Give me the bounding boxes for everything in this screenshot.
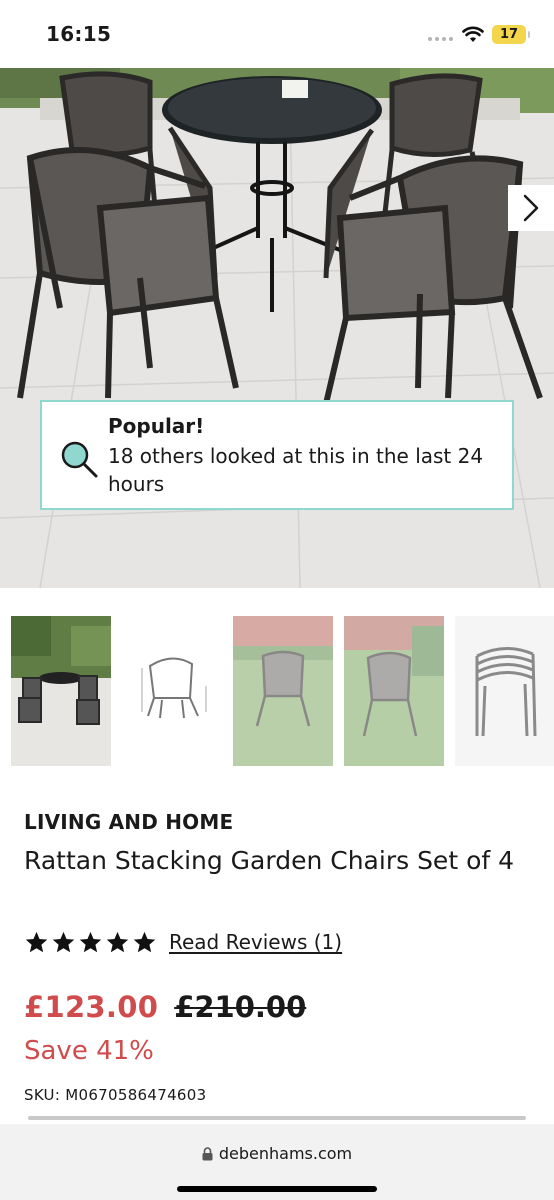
thumbnail-2[interactable] [122, 616, 222, 766]
divider [28, 1116, 526, 1120]
savings-label: Save 41% [24, 1036, 154, 1066]
rating-row: Read Reviews (1) [24, 928, 342, 956]
star-icon [79, 931, 102, 952]
popular-notice: Popular! 18 others looked at this in the… [40, 400, 514, 510]
battery-icon: 17 [492, 25, 530, 44]
thumbnail-5[interactable] [455, 616, 554, 766]
home-indicator [177, 1186, 377, 1192]
star-icon [52, 931, 75, 952]
popular-text: 18 others looked at this in the last 24 … [108, 444, 484, 496]
lock-icon [202, 1146, 213, 1160]
url-text: debenhams.com [218, 1144, 353, 1163]
status-time: 16:15 [46, 22, 112, 46]
thumbnail-1[interactable] [11, 616, 111, 766]
cellular-signal-icon [428, 37, 453, 41]
price-row: £123.00 £210.00 [24, 990, 306, 1024]
original-price: £210.00 [174, 990, 307, 1024]
chevron-right-icon [523, 194, 539, 222]
brand-name[interactable]: LIVING AND HOME [24, 810, 233, 834]
magnifier-icon [61, 441, 98, 478]
popular-title: Popular! [108, 414, 205, 438]
url-display[interactable]: debenhams.com [0, 1144, 554, 1163]
sku: SKU: M0670586474603 [24, 1086, 207, 1104]
browser-address-bar[interactable]: debenhams.com [0, 1124, 554, 1200]
next-image-button[interactable] [508, 185, 554, 231]
read-reviews-link[interactable]: Read Reviews (1) [169, 930, 342, 954]
thumbnail-strip [0, 616, 554, 766]
star-icon [106, 931, 129, 952]
patio-scene [0, 68, 554, 588]
current-price: £123.00 [24, 990, 159, 1024]
thumbnail-3[interactable] [233, 616, 333, 766]
product-hero-image[interactable] [0, 68, 554, 588]
product-title: Rattan Stacking Garden Chairs Set of 4 [24, 846, 515, 875]
star-rating [24, 930, 157, 955]
star-icon [133, 931, 156, 952]
star-icon [25, 931, 48, 952]
wifi-icon [462, 26, 484, 42]
thumbnail-4[interactable] [344, 616, 444, 766]
status-bar: 16:15 17 [0, 0, 554, 68]
